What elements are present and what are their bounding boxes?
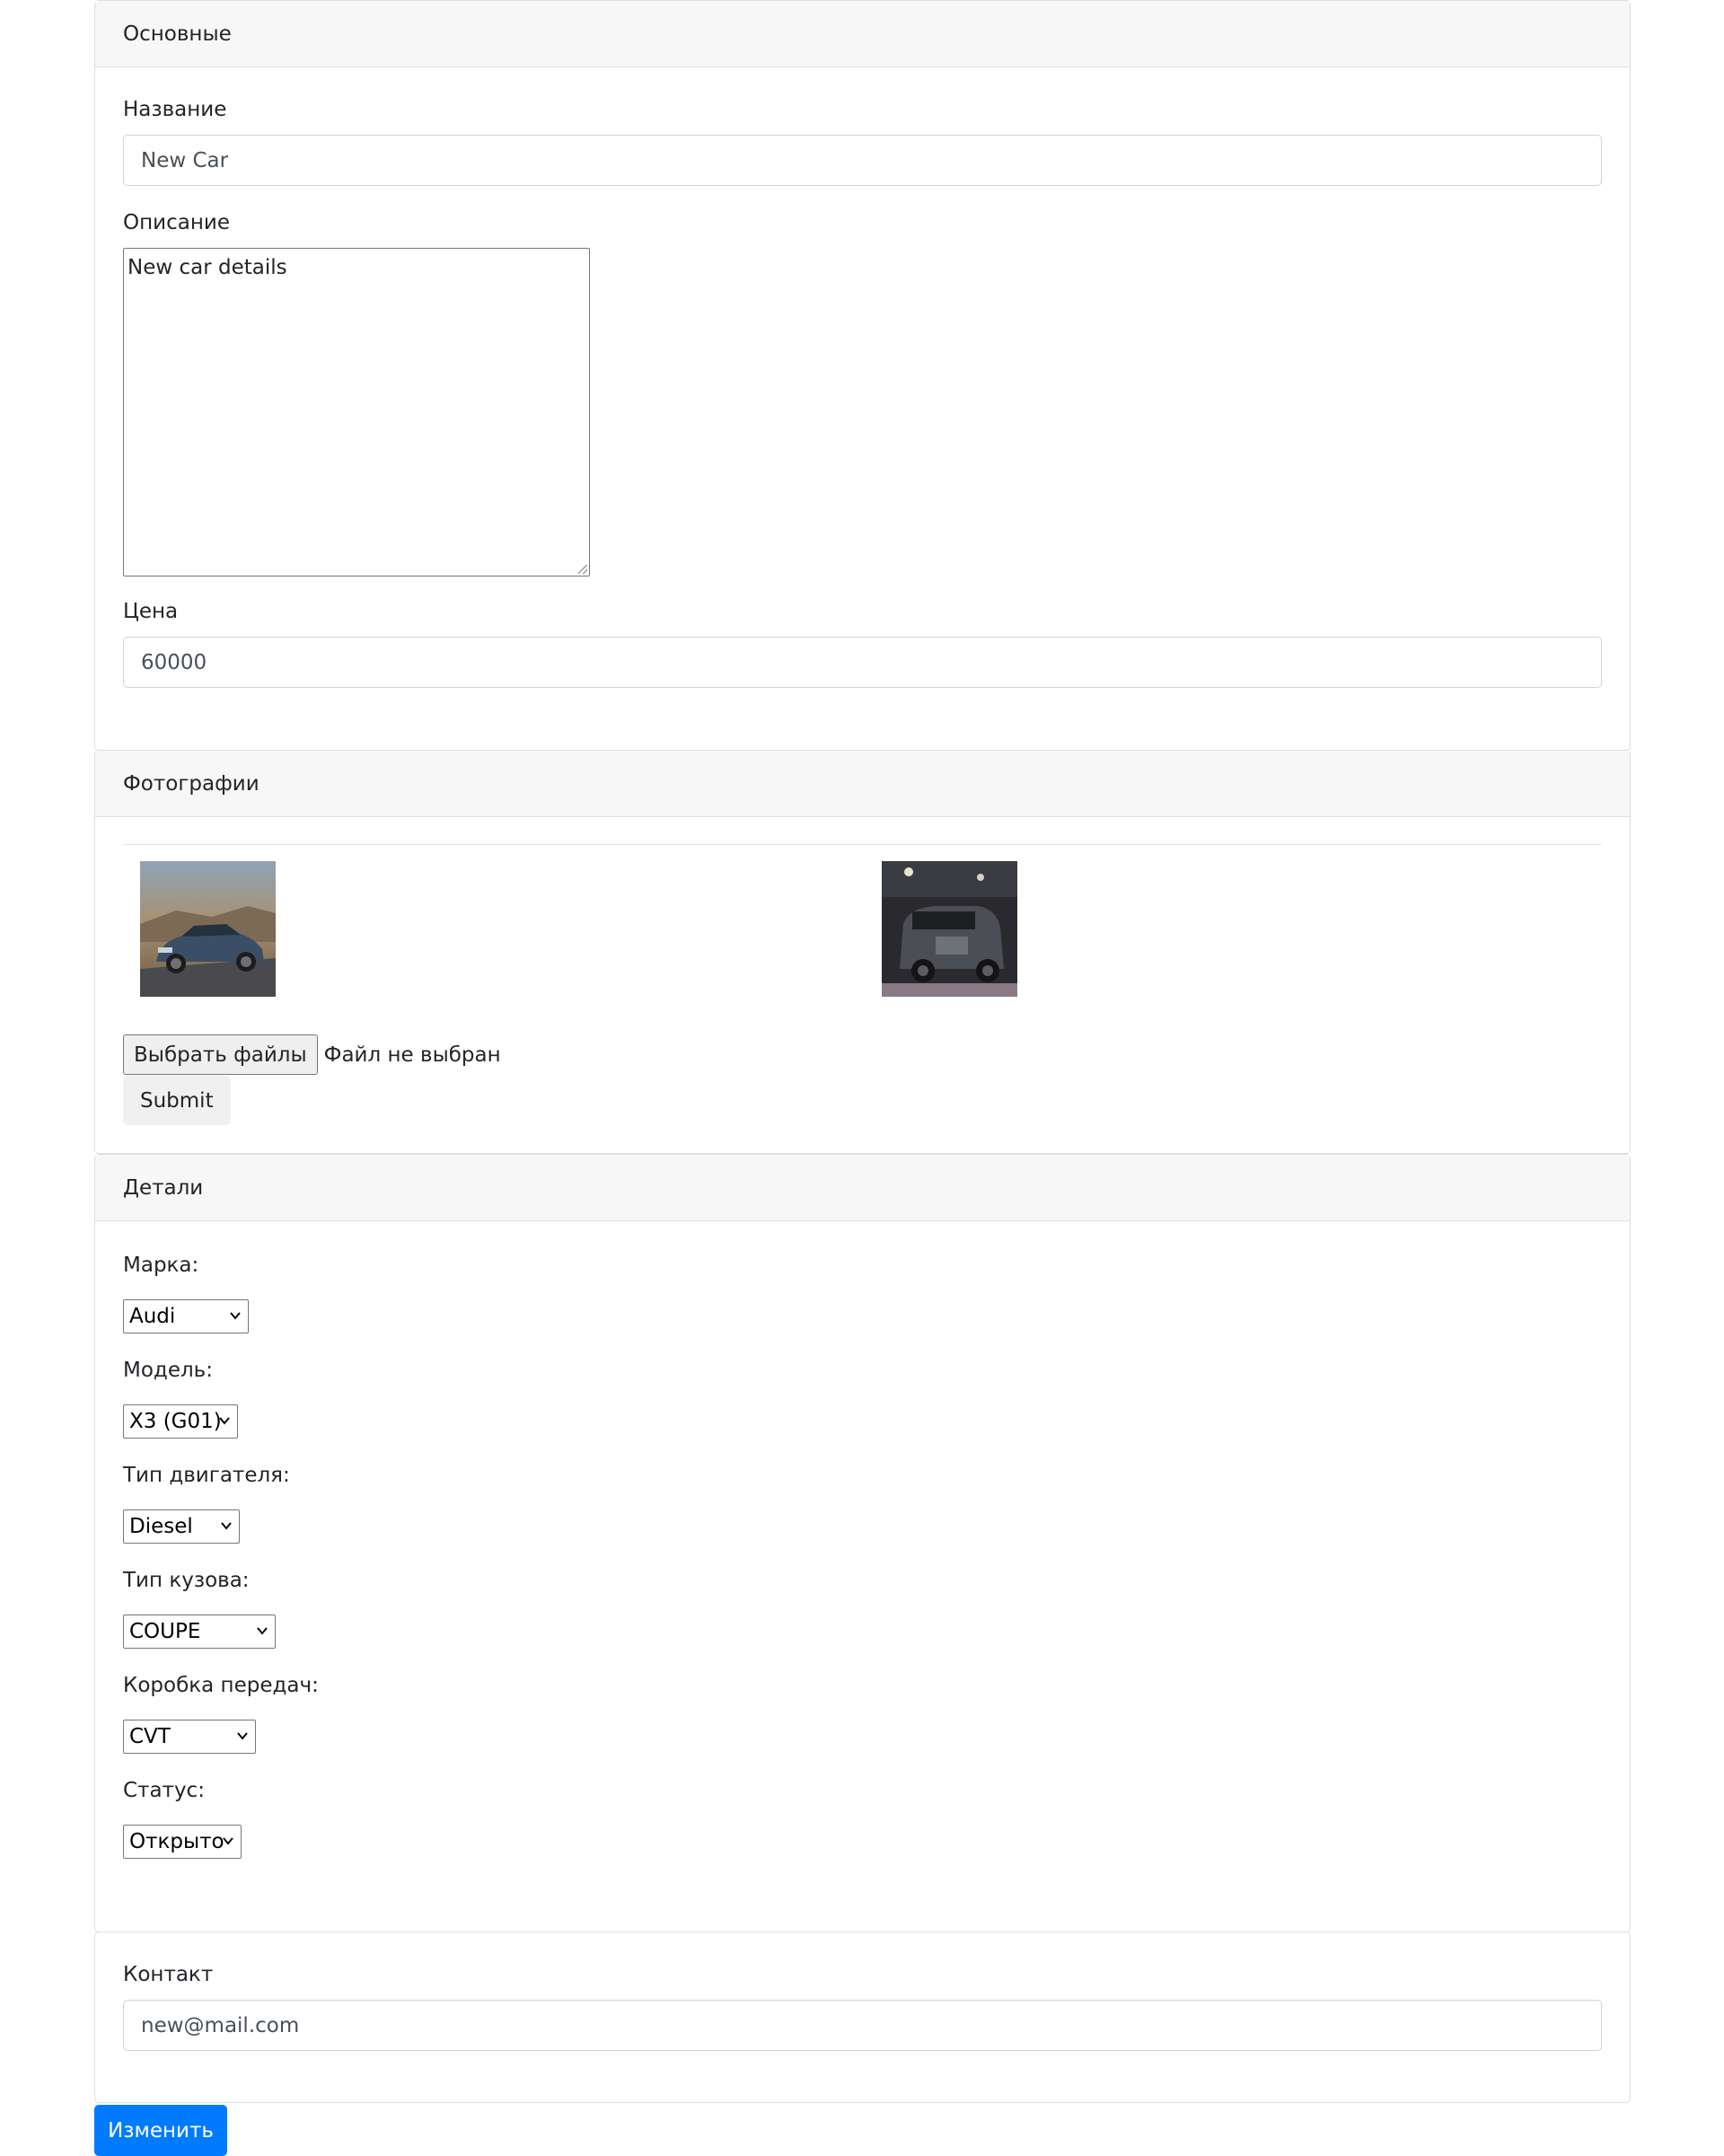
gearbox-field: Коробка передач: CVT — [123, 1674, 1602, 1754]
chevron-down-icon — [221, 1522, 232, 1530]
engine-label: Тип двигателя: — [123, 1464, 290, 1487]
status-select-value: Открыто — [129, 1830, 224, 1853]
model-field: Модель: X3 (G01) — [123, 1359, 1602, 1439]
file-status-text: Файл не выбран — [323, 1043, 501, 1067]
details-card: Детали Марка: Audi Модель: X3 (G01) Тип … — [94, 1154, 1631, 1932]
submit-photos-button[interactable]: Submit — [123, 1076, 231, 1125]
brand-label: Марка: — [123, 1254, 199, 1277]
price-input[interactable]: 60000 — [123, 637, 1602, 688]
body-select-value: COUPE — [129, 1620, 201, 1643]
photos-divider — [123, 844, 1602, 845]
car-photo-1-image — [140, 861, 276, 997]
chevron-down-icon — [237, 1732, 248, 1740]
engine-field: Тип двигателя: Diesel — [123, 1464, 1602, 1544]
model-label: Модель: — [123, 1359, 213, 1382]
chevron-down-icon — [257, 1627, 268, 1635]
description-text: New car details — [128, 256, 287, 279]
brand-select-value: Audi — [129, 1305, 176, 1328]
engine-select-value: Diesel — [129, 1515, 193, 1538]
contact-email-input[interactable]: new@mail.com — [123, 2000, 1602, 2051]
status-field: Статус: Открыто — [123, 1779, 1602, 1859]
photo-gallery — [123, 861, 1602, 997]
brand-select[interactable]: Audi — [123, 1299, 249, 1333]
price-label: Цена — [123, 600, 179, 623]
chevron-down-icon — [219, 1417, 230, 1425]
status-label: Статус: — [123, 1779, 205, 1802]
name-input[interactable]: New Car — [123, 135, 1602, 186]
basic-card-header: Основные — [95, 1, 1630, 67]
body-label: Тип кузова: — [123, 1569, 250, 1592]
gearbox-label: Коробка передач: — [123, 1674, 319, 1697]
photos-card: Фотографии Выбрать файлы Файл не выбран … — [94, 750, 1631, 1154]
file-upload-row: Выбрать файлы Файл не выбран — [123, 1034, 1602, 1075]
details-card-header: Детали — [95, 1155, 1630, 1221]
photos-card-header: Фотографии — [95, 751, 1630, 817]
description-textarea[interactable]: New car details — [123, 248, 590, 576]
body-field: Тип кузова: COUPE — [123, 1569, 1602, 1649]
name-label: Название — [123, 98, 227, 121]
car-photo-2-image — [882, 861, 1017, 997]
save-changes-button[interactable]: Изменить — [94, 2105, 227, 2156]
photo-thumbnail-1[interactable] — [140, 861, 276, 997]
status-select[interactable]: Открыто — [123, 1825, 242, 1859]
gearbox-select[interactable]: CVT — [123, 1720, 256, 1754]
photo-thumbnail-2[interactable] — [882, 861, 1017, 997]
engine-select[interactable]: Diesel — [123, 1509, 240, 1544]
chevron-down-icon — [230, 1312, 241, 1320]
model-select-value: X3 (G01) — [129, 1410, 222, 1433]
brand-field: Марка: Audi — [123, 1254, 1602, 1333]
contact-label: Контакт — [123, 1963, 214, 1986]
model-select[interactable]: X3 (G01) — [123, 1404, 238, 1439]
choose-files-button[interactable]: Выбрать файлы — [123, 1034, 318, 1075]
chevron-down-icon — [223, 1837, 233, 1845]
description-label: Описание — [123, 211, 230, 234]
gearbox-select-value: CVT — [129, 1725, 171, 1748]
body-select[interactable]: COUPE — [123, 1615, 276, 1649]
resize-grip-icon[interactable] — [578, 565, 587, 574]
basic-card: Основные Название New Car Описание New c… — [94, 0, 1631, 751]
contact-card: Контакт new@mail.com — [94, 1932, 1631, 2103]
